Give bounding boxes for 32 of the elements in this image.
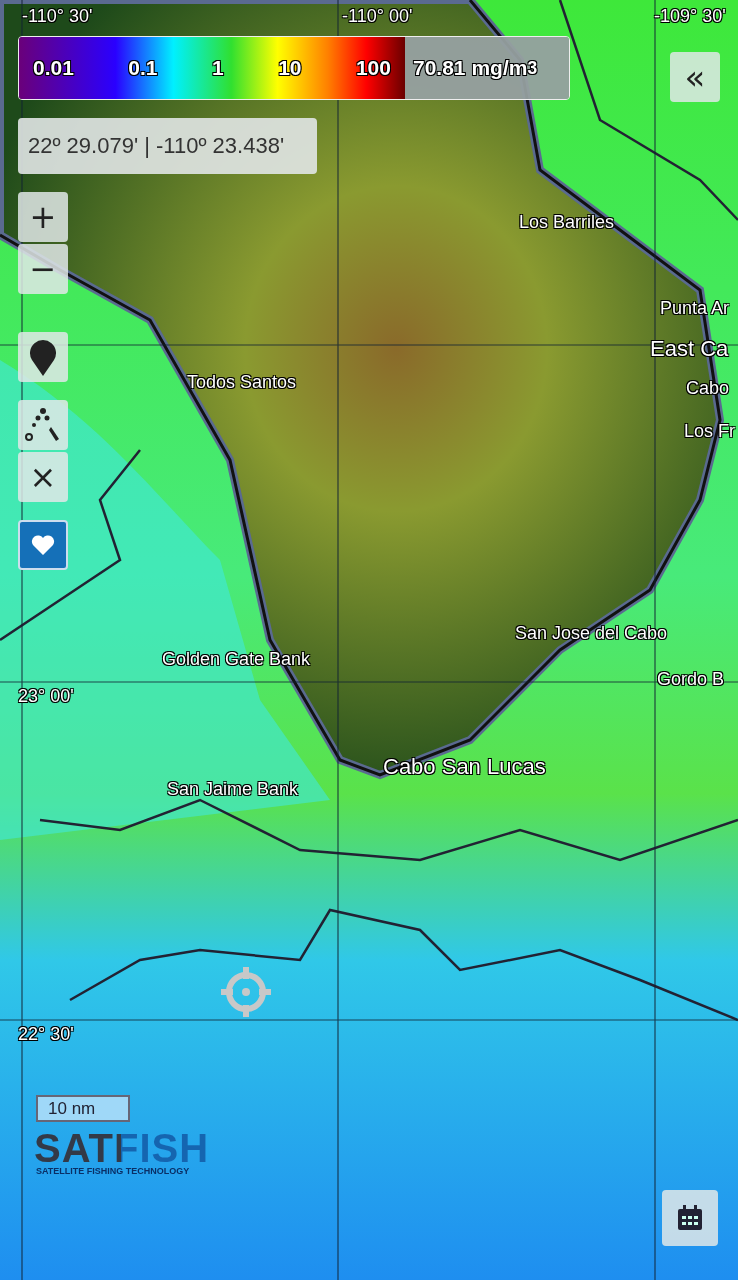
crosshair-icon <box>219 965 273 1019</box>
place-label: Los Barriles <box>519 212 615 233</box>
zoom-in-button[interactable]: + <box>18 192 68 242</box>
map-pin-icon <box>28 338 58 376</box>
scale-value: 100 <box>355 56 391 80</box>
calendar-button[interactable] <box>662 1190 718 1246</box>
grid-label: -109° 30' <box>654 6 726 27</box>
place-label: Gordo B <box>657 669 725 690</box>
favorites-button[interactable] <box>18 520 68 570</box>
grid-label: 23° 00' <box>18 686 74 707</box>
place-label: Cabo San Lucas <box>383 754 546 780</box>
heart-icon <box>31 534 55 556</box>
place-label: Todos Santos <box>187 372 297 393</box>
route-button[interactable] <box>18 400 68 450</box>
scale-value: 0.01 <box>33 56 74 80</box>
logo-tagline: SATELLITE FISHING TECHNOLOGY <box>36 1166 190 1176</box>
grid-label: 22° 30' <box>18 1024 74 1045</box>
calendar-icon <box>676 1204 704 1232</box>
place-label: Punta Ar <box>660 298 730 319</box>
distance-scale: 10 nm <box>36 1095 130 1122</box>
place-label: San Jose del Cabo <box>515 623 668 644</box>
scale-value: 1 <box>212 56 224 80</box>
marker-button[interactable] <box>18 332 68 382</box>
zoom-out-button[interactable]: − <box>18 244 68 294</box>
coordinates-readout: 22º 29.079' | -110º 23.438' <box>18 118 317 174</box>
scale-value: 10 <box>278 56 302 80</box>
clear-button[interactable]: × <box>18 452 68 502</box>
grid-label: -110° 00' <box>342 6 413 27</box>
grid-label: -110° 30' <box>22 6 93 27</box>
place-label: San Jaime Bank <box>167 779 299 800</box>
collapse-button[interactable]: « <box>670 52 720 102</box>
scale-value: 0.1 <box>128 56 158 80</box>
